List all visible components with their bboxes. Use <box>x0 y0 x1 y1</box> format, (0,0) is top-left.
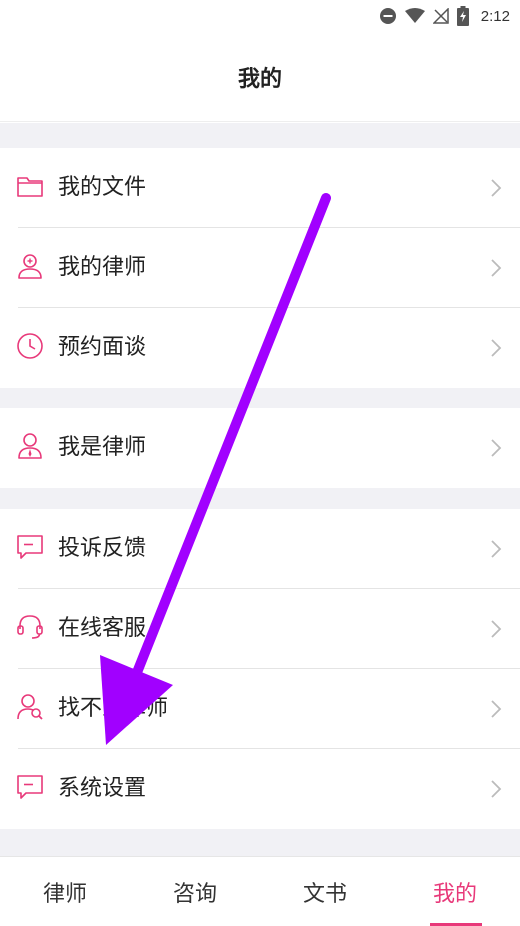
bottom-tab-bar: 律师 咨询 文书 我的 <box>0 856 520 926</box>
user-search-icon <box>16 693 44 721</box>
tab-mine[interactable]: 我的 <box>390 857 520 926</box>
header: 我的 <box>0 32 520 122</box>
menu-item-label: 找不到律师 <box>58 696 169 721</box>
clock-icon <box>16 332 44 360</box>
menu-item-label: 我的律师 <box>58 255 147 280</box>
chevron-right-icon <box>490 439 502 457</box>
chevron-right-icon <box>490 259 502 277</box>
tab-lawyer[interactable]: 律师 <box>0 857 130 926</box>
menu-item-cant-find-lawyer[interactable]: 找不到律师 <box>0 669 520 749</box>
menu-item-label: 预约面谈 <box>58 335 147 360</box>
section-divider <box>0 388 520 408</box>
battery-charging-icon <box>456 6 469 26</box>
menu-item-my-files[interactable]: 我的文件 <box>0 148 520 228</box>
do-not-disturb-icon <box>379 7 397 25</box>
menu-item-complaint[interactable]: 投诉反馈 <box>0 509 520 589</box>
status-bar: 2:12 <box>0 0 520 32</box>
tab-consult[interactable]: 咨询 <box>130 857 260 926</box>
headset-icon <box>16 613 44 641</box>
section-divider <box>0 488 520 509</box>
user-plus-icon <box>16 252 44 280</box>
section-divider <box>0 829 520 856</box>
lawyer-icon <box>16 432 44 460</box>
chevron-right-icon <box>490 339 502 357</box>
tab-documents[interactable]: 文书 <box>260 857 390 926</box>
menu-item-label: 投诉反馈 <box>58 536 147 561</box>
message-icon <box>16 533 44 561</box>
menu-item-label: 在线客服 <box>58 616 147 641</box>
menu-item-label: 我是律师 <box>58 435 147 460</box>
chevron-right-icon <box>490 780 502 798</box>
page-title: 我的 <box>237 66 282 92</box>
message-icon <box>16 773 44 801</box>
menu-item-my-lawyer[interactable]: 我的律师 <box>0 228 520 308</box>
no-signal-icon <box>432 8 449 24</box>
menu-item-i-am-lawyer[interactable]: 我是律师 <box>0 408 520 488</box>
menu-item-settings[interactable]: 系统设置 <box>0 749 520 829</box>
menu-item-label: 我的文件 <box>58 175 147 200</box>
folder-icon <box>16 172 44 200</box>
status-time: 2:12 <box>480 7 510 25</box>
wifi-icon <box>404 8 425 24</box>
menu-item-online-service[interactable]: 在线客服 <box>0 589 520 669</box>
chevron-right-icon <box>490 700 502 718</box>
chevron-right-icon <box>490 620 502 638</box>
section-divider <box>0 123 520 148</box>
chevron-right-icon <box>490 179 502 197</box>
menu-item-appointment[interactable]: 预约面谈 <box>0 308 520 388</box>
chevron-right-icon <box>490 540 502 558</box>
menu-item-label: 系统设置 <box>58 776 147 801</box>
